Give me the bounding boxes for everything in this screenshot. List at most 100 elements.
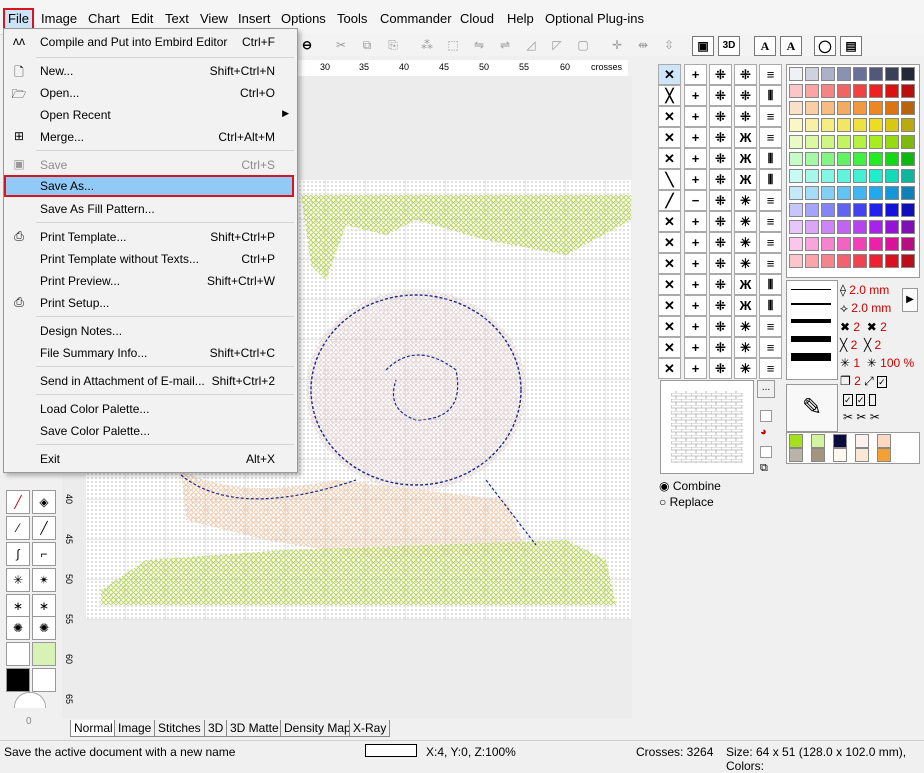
- palette-swatch[interactable]: [885, 203, 899, 217]
- palette-swatch[interactable]: [901, 220, 915, 234]
- palette-swatch[interactable]: [805, 203, 819, 217]
- cross11-icon[interactable]: ✕: [658, 316, 681, 337]
- palette-swatch[interactable]: [853, 186, 867, 200]
- menu-view[interactable]: View: [198, 10, 230, 28]
- text-path-icon[interactable]: A: [780, 36, 802, 56]
- menu-item-open-recent[interactable]: Open Recent ▶: [4, 104, 297, 126]
- cross6-icon[interactable]: ✕: [658, 211, 681, 232]
- tab-density-map[interactable]: Density Map: [280, 720, 355, 737]
- text-object-icon[interactable]: ▣: [692, 36, 714, 56]
- tab-x-ray[interactable]: X-Ray: [349, 720, 391, 737]
- palette-swatch[interactable]: [837, 135, 851, 149]
- knot-icon[interactable]: ✺: [6, 616, 30, 640]
- outline-icon[interactable]: ◯: [814, 36, 836, 56]
- tab-normal[interactable]: Normal: [70, 720, 117, 737]
- plus2-icon[interactable]: +: [684, 85, 707, 106]
- hlines-icon[interactable]: ≡: [759, 64, 782, 85]
- plus9-icon[interactable]: +: [684, 253, 707, 274]
- plus10-icon[interactable]: +: [684, 274, 707, 295]
- bead2-icon[interactable]: ∗: [32, 594, 56, 618]
- minus-icon[interactable]: −: [684, 190, 707, 211]
- cross13-icon[interactable]: ✕: [658, 358, 681, 379]
- used-color-swatch[interactable]: [833, 448, 847, 462]
- menu-image[interactable]: Image: [39, 10, 79, 28]
- full-cross-icon[interactable]: ✕: [658, 64, 681, 85]
- used-color-swatch[interactable]: [789, 448, 803, 462]
- image-import-icon[interactable]: ▤: [840, 36, 862, 56]
- asterisk7-icon[interactable]: ✳: [734, 358, 757, 379]
- scissors-icon[interactable]: ✂: [843, 410, 853, 424]
- palette-swatch[interactable]: [869, 220, 883, 234]
- menu-item-file-summary[interactable]: File Summary Info... Shift+Ctrl+C: [4, 342, 297, 364]
- align-v-icon[interactable]: ⇳: [660, 36, 678, 54]
- curve-icon[interactable]: ∫: [6, 542, 30, 566]
- star-cross2-icon[interactable]: ⁜: [734, 85, 757, 106]
- secondary-color-swatch[interactable]: [32, 642, 56, 666]
- star-cross-icon[interactable]: ⁜: [709, 85, 732, 106]
- plus6-icon[interactable]: +: [684, 169, 707, 190]
- checkbox-b[interactable]: ✓: [855, 394, 866, 406]
- fill-tool-icon[interactable]: ◈: [32, 490, 56, 514]
- xstar13-icon[interactable]: ⁜: [709, 337, 732, 358]
- group-icon[interactable]: ⁂: [418, 36, 436, 54]
- palette-swatch[interactable]: [837, 254, 851, 268]
- menu-item-design-notes[interactable]: Design Notes...: [4, 320, 297, 342]
- palette-swatch[interactable]: [869, 186, 883, 200]
- palette-swatch[interactable]: [885, 169, 899, 183]
- cross5-icon[interactable]: ✕: [658, 148, 681, 169]
- palette-swatch[interactable]: [869, 152, 883, 166]
- menu-item-save-palette[interactable]: Save Color Palette...: [4, 420, 297, 442]
- replace-radio[interactable]: ○ Replace: [659, 495, 714, 509]
- background-color-swatch[interactable]: [6, 642, 30, 666]
- hlines9-icon[interactable]: ≡: [759, 337, 782, 358]
- plus7-icon[interactable]: +: [684, 211, 707, 232]
- panel-expand-arrow[interactable]: ▶: [902, 288, 918, 312]
- palette-swatch[interactable]: [901, 186, 915, 200]
- half-cross-icon[interactable]: ╳: [658, 85, 681, 106]
- palette-swatch[interactable]: [901, 118, 915, 132]
- menu-item-merge[interactable]: ⊞ Merge... Ctrl+Alt+M: [4, 126, 297, 148]
- palette-swatch[interactable]: [805, 169, 819, 183]
- hlines3-icon[interactable]: ≡: [759, 127, 782, 148]
- diag-icon[interactable]: ╲: [658, 169, 681, 190]
- palette-swatch[interactable]: [853, 169, 867, 183]
- zoom-dial[interactable]: [14, 692, 46, 708]
- align-h-icon[interactable]: ⇹: [634, 36, 652, 54]
- palette-swatch[interactable]: [789, 254, 803, 268]
- used-color-swatch[interactable]: [877, 434, 891, 448]
- cross8-icon[interactable]: ✕: [658, 253, 681, 274]
- select-icon[interactable]: ⬚: [444, 36, 462, 54]
- asterisk2-icon[interactable]: ✳: [734, 211, 757, 232]
- palette-swatch[interactable]: [805, 118, 819, 132]
- used-color-swatch[interactable]: [811, 434, 825, 448]
- diag2-icon[interactable]: ╱: [658, 190, 681, 211]
- plus12-icon[interactable]: +: [684, 316, 707, 337]
- palette-swatch[interactable]: [821, 254, 835, 268]
- palette-swatch[interactable]: [789, 220, 803, 234]
- palette-swatch[interactable]: [837, 237, 851, 251]
- palette-swatch[interactable]: [805, 254, 819, 268]
- palette-swatch[interactable]: [853, 118, 867, 132]
- palette-swatch[interactable]: [885, 237, 899, 251]
- palette-swatch[interactable]: [853, 203, 867, 217]
- palette-swatch[interactable]: [789, 67, 803, 81]
- asterisk3-icon[interactable]: ✳: [734, 232, 757, 253]
- palette-swatch[interactable]: [885, 254, 899, 268]
- palette-swatch[interactable]: [901, 152, 915, 166]
- plus4-icon[interactable]: +: [684, 127, 707, 148]
- used-color-swatch[interactable]: [789, 434, 803, 448]
- menu-item-print-preview[interactable]: Print Preview... Shift+Ctrl+W: [4, 270, 297, 292]
- xstar2-icon[interactable]: ⁜: [734, 106, 757, 127]
- menu-optional-plugins[interactable]: Optional Plug-ins: [543, 10, 646, 28]
- menu-item-new[interactable]: 🗋 New... Shift+Ctrl+N: [4, 60, 297, 82]
- palette-swatch[interactable]: [821, 186, 835, 200]
- palette-swatch[interactable]: [869, 67, 883, 81]
- palette-swatch[interactable]: [821, 169, 835, 183]
- vlines2-icon[interactable]: ⦀: [759, 148, 782, 169]
- hlines8-icon[interactable]: ≡: [759, 316, 782, 337]
- palette-swatch[interactable]: [885, 101, 899, 115]
- hlines7-icon[interactable]: ≡: [759, 253, 782, 274]
- palette-swatch[interactable]: [837, 203, 851, 217]
- stitch-tool-icon[interactable]: ╱: [6, 490, 30, 514]
- mirror2-icon[interactable]: ◸: [548, 36, 566, 54]
